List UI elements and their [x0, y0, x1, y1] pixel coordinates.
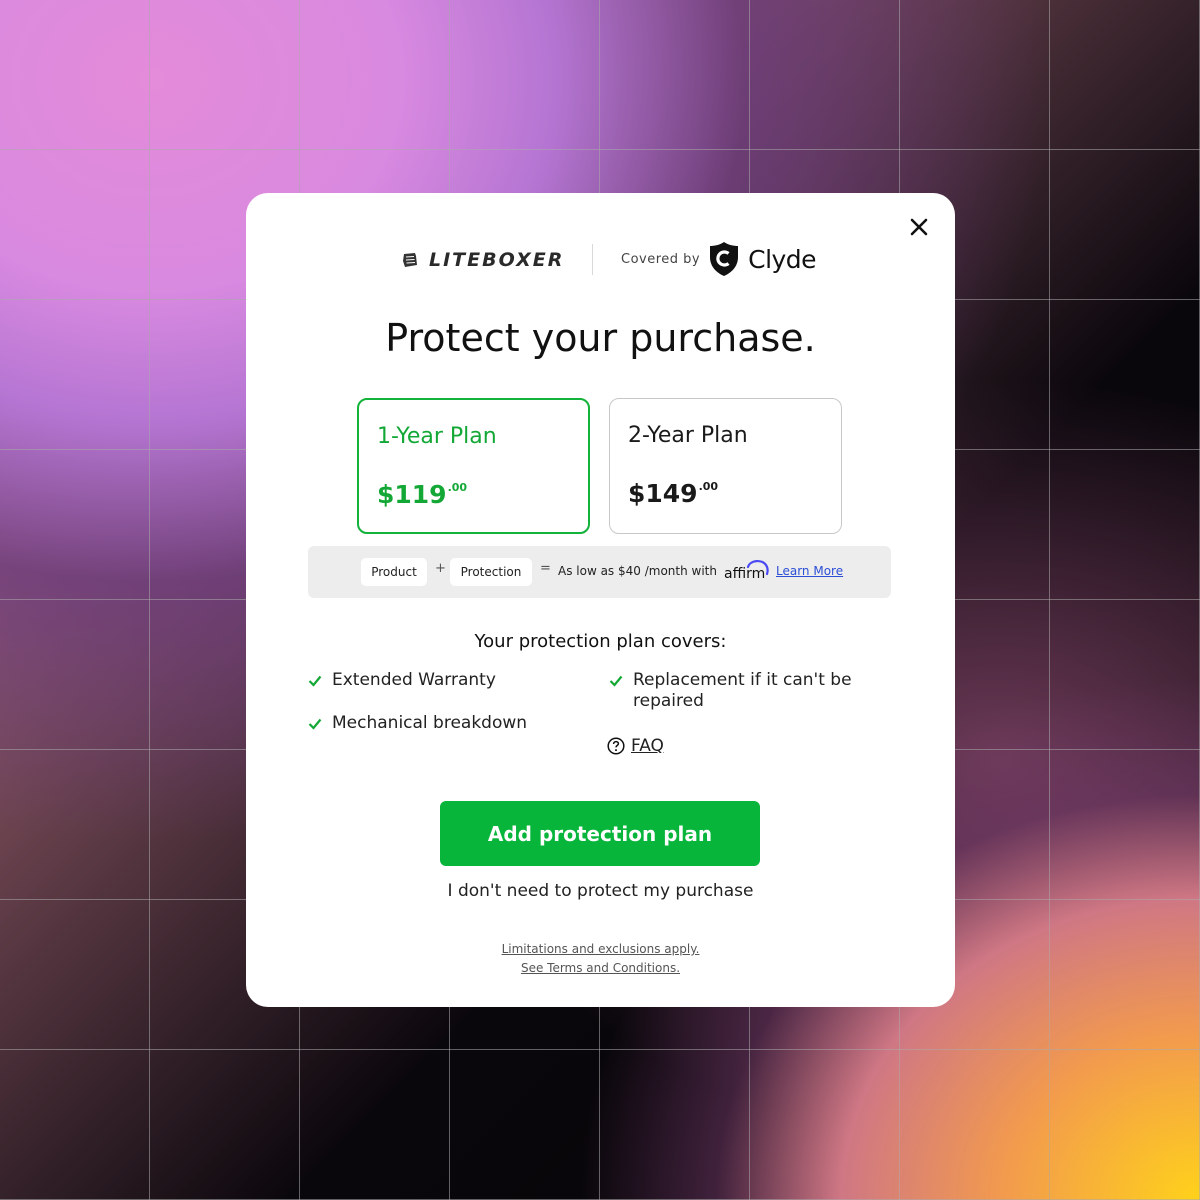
coverage-item-label: Replacement if it can't be repaired — [633, 670, 852, 711]
coverage-item-label: Mechanical breakdown — [332, 713, 528, 733]
covered-by-label: Covered by — [621, 251, 701, 267]
learn-more-link[interactable]: Learn More — [776, 564, 843, 578]
plan-option-2-year[interactable]: 2-Year Plan $149.00 — [609, 398, 842, 534]
provider-logo: Covered by Clyde — [621, 241, 817, 277]
plan-name: 2-Year Plan — [628, 423, 748, 448]
decline-protection-link[interactable]: I don't need to protect my purchase — [246, 881, 955, 901]
plan-price-cents: .00 — [447, 481, 468, 494]
clyde-shield-icon — [710, 242, 739, 276]
coverage-item-label: Extended Warranty — [332, 670, 496, 690]
product-pill: Product — [361, 558, 427, 586]
plan-price-cents: .00 — [698, 480, 719, 493]
plan-name: 1-Year Plan — [377, 424, 497, 449]
plan-price: $119.00 — [377, 480, 468, 509]
protection-plan-modal: LITEBOXER Covered by Clyde Protect your … — [246, 193, 955, 1007]
financing-banner: Product + Protection = As low as $40 /mo… — [308, 546, 891, 598]
affirm-logo-icon: affirm — [724, 560, 769, 581]
coverage-item: Replacement if it can't be repaired — [609, 670, 869, 712]
check-icon — [308, 718, 322, 730]
plan-option-1-year[interactable]: 1-Year Plan $119.00 — [357, 398, 590, 534]
page-title: Protect your purchase. — [385, 316, 816, 360]
coverage-title: Your protection plan covers: — [474, 631, 727, 652]
limitations-link[interactable]: Limitations and exclusions apply. — [246, 942, 955, 956]
provider-name: Clyde — [748, 244, 817, 274]
liteboxer-logo-icon — [403, 253, 417, 267]
protection-pill: Protection — [450, 558, 532, 586]
question-circle-icon — [607, 737, 625, 755]
faq-label: FAQ — [631, 736, 664, 756]
brand-divider — [592, 244, 593, 275]
close-icon[interactable] — [907, 215, 931, 239]
coverage-item: Extended Warranty — [308, 670, 496, 691]
merchant-name: LITEBOXER — [429, 249, 565, 271]
add-protection-plan-button[interactable]: Add protection plan — [440, 801, 760, 866]
equals-sign: = — [540, 561, 551, 576]
brand-header: LITEBOXER Covered by Clyde — [246, 241, 955, 281]
plus-sign: + — [435, 561, 446, 576]
coverage-item: Mechanical breakdown — [308, 713, 527, 734]
financing-text: As low as $40 /month with — [558, 564, 717, 578]
faq-link[interactable]: FAQ — [607, 736, 664, 756]
check-icon — [609, 675, 623, 687]
merchant-logo: LITEBOXER — [401, 249, 564, 271]
affirm-logo-text: affirm — [724, 566, 765, 581]
check-icon — [308, 675, 322, 687]
terms-conditions-link[interactable]: See Terms and Conditions. — [246, 961, 955, 975]
plan-price: $149.00 — [628, 479, 719, 508]
